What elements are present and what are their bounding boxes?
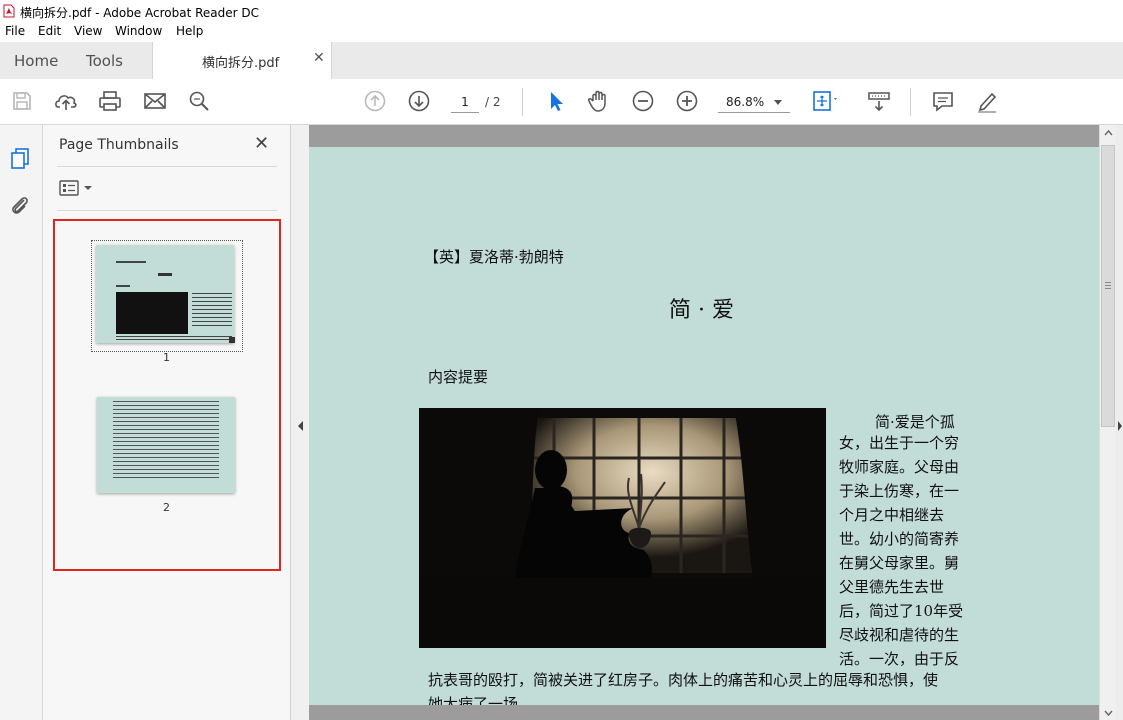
page-number-input[interactable]: 1 bbox=[451, 92, 479, 113]
toolbar: 1 / 2 86.8% bbox=[0, 79, 1123, 125]
email-icon[interactable] bbox=[140, 86, 170, 116]
close-tab-icon[interactable]: ✕ bbox=[313, 50, 325, 66]
fit-page-icon[interactable] bbox=[808, 86, 838, 116]
menu-window[interactable]: Window bbox=[115, 24, 162, 38]
left-rail bbox=[0, 125, 43, 720]
previous-page-icon[interactable] bbox=[360, 86, 390, 116]
body-text-line: 女，出生于一个穷 bbox=[839, 434, 960, 452]
hand-tool-icon[interactable] bbox=[584, 86, 614, 116]
zoom-level-dropdown[interactable]: 86.8% bbox=[718, 92, 790, 113]
grip-icon bbox=[1105, 282, 1111, 289]
book-title: 简 · 爱 bbox=[669, 298, 734, 323]
panel-collapse-strip[interactable] bbox=[291, 125, 309, 720]
page-thumbnails-icon[interactable] bbox=[10, 147, 32, 171]
cloud-upload-icon[interactable] bbox=[51, 86, 81, 116]
menu-edit[interactable]: Edit bbox=[38, 24, 61, 38]
body-text-line: 她大病了一场。 bbox=[428, 695, 534, 705]
expand-arrow-icon[interactable] bbox=[1117, 420, 1123, 432]
search-icon[interactable] bbox=[184, 86, 214, 116]
zoom-out-icon[interactable] bbox=[628, 86, 658, 116]
print-icon[interactable] bbox=[95, 86, 125, 116]
thumbnail-page-preview bbox=[96, 245, 234, 343]
page-thumbnail-1[interactable] bbox=[91, 240, 243, 352]
body-text-line: 世。幼小的简寄养 bbox=[839, 530, 960, 548]
chevron-down-icon bbox=[774, 100, 782, 105]
silhouette-photo bbox=[419, 408, 826, 648]
thumbnail-text-line bbox=[116, 261, 146, 263]
page-gap bbox=[309, 705, 1099, 720]
zoom-in-icon[interactable] bbox=[672, 86, 702, 116]
zoom-level-value: 86.8% bbox=[726, 95, 765, 109]
title-bar: 横向拆分.pdf - Adobe Acrobat Reader DC bbox=[0, 0, 1123, 23]
thumbnail-text-block bbox=[192, 293, 232, 329]
scroll-up-icon[interactable] bbox=[1104, 129, 1113, 137]
collapse-arrow-icon[interactable] bbox=[296, 420, 304, 432]
page-thumbnails-panel: Page Thumbnails ✕ 1 2 bbox=[43, 125, 291, 720]
thumbnail-text-block bbox=[116, 336, 232, 340]
window-title: 横向拆分.pdf - Adobe Acrobat Reader DC bbox=[20, 6, 260, 20]
thumbnail-resize-handle[interactable] bbox=[229, 337, 235, 343]
document-tab-label: 横向拆分.pdf bbox=[202, 56, 280, 71]
pdf-file-icon bbox=[3, 4, 15, 18]
page-total: / 2 bbox=[485, 95, 501, 109]
body-text-line: 活。一次，由于反 bbox=[839, 650, 960, 668]
menu-bar: File Edit View Window Help bbox=[0, 22, 1123, 42]
page-thumbnail-2[interactable] bbox=[97, 397, 235, 493]
body-text-line: 父里德先生去世 bbox=[839, 578, 945, 596]
highlight-pen-icon[interactable] bbox=[972, 86, 1002, 116]
right-edge-strip bbox=[1116, 125, 1123, 720]
menu-help[interactable]: Help bbox=[176, 24, 203, 38]
save-icon[interactable] bbox=[7, 86, 37, 116]
tab-home[interactable]: Home bbox=[14, 52, 58, 70]
panel-divider bbox=[57, 210, 277, 211]
body-text-line: 简·爱是个孤 bbox=[875, 413, 955, 431]
body-text-line: 在舅父母家里。舅 bbox=[839, 554, 960, 572]
pdf-page: 【英】夏洛蒂·勃朗特 简 · 爱 内容提要 简·爱是个孤 女，出生于一个穷 牧师… bbox=[309, 147, 1099, 705]
minimize-button[interactable] bbox=[985, 3, 1019, 19]
tab-document[interactable]: 横向拆分.pdf ✕ bbox=[152, 42, 332, 80]
body-text-line: 牧师家庭。父母由 bbox=[839, 458, 960, 476]
body-text-line: 后，简过了10年受 bbox=[839, 602, 964, 620]
toolbar-divider bbox=[910, 88, 911, 116]
thumbnail-label-1: 1 bbox=[163, 351, 170, 364]
attachment-icon[interactable] bbox=[9, 193, 31, 217]
close-panel-icon[interactable]: ✕ bbox=[254, 133, 269, 154]
thumbnail-label-2: 2 bbox=[163, 501, 170, 514]
body-text-line: 抗表哥的殴打，简被关进了红房子。肉体上的痛苦和心灵上的屈辱和恐惧，使 bbox=[428, 671, 939, 689]
thumbnail-text-block bbox=[113, 401, 219, 479]
thumbnail-title-line bbox=[158, 273, 172, 276]
panel-divider bbox=[57, 166, 277, 167]
author-line: 【英】夏洛蒂·勃朗特 bbox=[424, 248, 564, 266]
tab-bar: Home Tools 横向拆分.pdf ✕ bbox=[0, 42, 1123, 80]
thumbnail-image bbox=[116, 292, 188, 334]
scrollbar-thumb[interactable] bbox=[1101, 145, 1115, 427]
toolbar-divider bbox=[522, 88, 523, 116]
scroll-mode-icon[interactable] bbox=[864, 86, 894, 116]
maximize-button[interactable] bbox=[1030, 3, 1064, 19]
menu-view[interactable]: View bbox=[74, 24, 102, 38]
tab-tools[interactable]: Tools bbox=[86, 52, 123, 70]
menu-file[interactable]: File bbox=[5, 24, 25, 38]
comment-icon[interactable] bbox=[928, 86, 958, 116]
next-page-icon[interactable] bbox=[404, 86, 434, 116]
section-heading: 内容提要 bbox=[428, 368, 489, 386]
scroll-down-icon[interactable] bbox=[1104, 709, 1113, 717]
body-text-line: 个月之中相继去 bbox=[839, 506, 945, 524]
body-text-line: 尽歧视和虐待的生 bbox=[839, 626, 960, 644]
close-window-button[interactable] bbox=[1075, 3, 1109, 19]
body-text-line: 于染上伤寒，在一 bbox=[839, 482, 960, 500]
thumbnail-text-line bbox=[116, 285, 130, 287]
select-cursor-icon[interactable] bbox=[541, 86, 571, 116]
thumbnail-options-icon[interactable] bbox=[58, 178, 94, 198]
panel-title: Page Thumbnails bbox=[59, 137, 179, 153]
